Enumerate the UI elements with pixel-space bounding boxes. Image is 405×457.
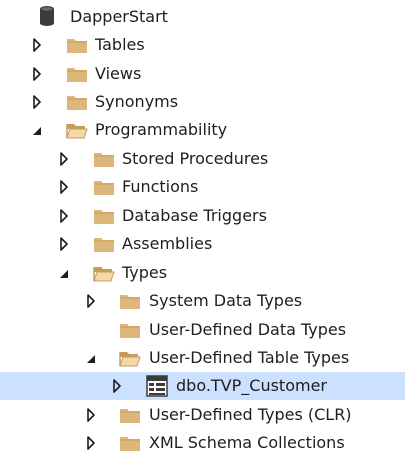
expand-arrow-icon[interactable] [112, 372, 126, 400]
tree-node-label: DapperStart [70, 7, 168, 26]
folder-icon [119, 434, 141, 452]
folder-open-icon [66, 121, 88, 139]
tree-node-views[interactable]: Views [0, 60, 405, 88]
tree-node-database-triggers[interactable]: Database Triggers [0, 202, 405, 230]
tree-node-tvp-customer[interactable]: dbo.TVP_Customer [0, 372, 405, 400]
database-icon [38, 6, 60, 26]
tree-node-stored-procedures[interactable]: Stored Procedures [0, 145, 405, 173]
expand-arrow-icon[interactable] [32, 31, 46, 59]
tree-node-label: Stored Procedures [122, 149, 269, 168]
tree-node-label: User-Defined Types (CLR) [149, 405, 352, 424]
folder-icon [93, 178, 115, 196]
tree-node-types[interactable]: Types [0, 259, 405, 287]
expand-arrow-icon[interactable] [86, 429, 100, 457]
folder-icon [93, 235, 115, 253]
tree-node-tables[interactable]: Tables [0, 31, 405, 59]
folder-icon [66, 93, 88, 111]
tree-node-user-defined-data-types[interactable]: User-Defined Data Types [0, 316, 405, 344]
tree-node-label: User-Defined Table Types [149, 348, 350, 367]
collapse-arrow-icon[interactable] [32, 116, 46, 144]
tree-node-dapperstart[interactable]: DapperStart [0, 3, 405, 31]
folder-icon [66, 65, 88, 83]
tree-node-system-data-types[interactable]: System Data Types [0, 287, 405, 315]
expand-arrow-icon[interactable] [59, 145, 73, 173]
expand-arrow-icon[interactable] [32, 60, 46, 88]
expand-arrow-icon[interactable] [59, 230, 73, 258]
folder-open-icon [93, 264, 115, 282]
expand-arrow-icon[interactable] [86, 401, 100, 429]
tree-node-assemblies[interactable]: Assemblies [0, 230, 405, 258]
tree-node-label: Views [95, 64, 142, 83]
folder-open-icon [119, 349, 141, 367]
table-type-icon [146, 375, 168, 397]
folder-icon [119, 292, 141, 310]
tree-node-label: Database Triggers [122, 206, 267, 225]
tree-node-xml-schema-collections[interactable]: XML Schema Collections [0, 429, 405, 457]
folder-icon [66, 36, 88, 54]
tree-node-label: Programmability [95, 120, 228, 139]
folder-icon [93, 207, 115, 225]
tree-node-label: Synonyms [95, 92, 179, 111]
tree-node-user-defined-types-clr[interactable]: User-Defined Types (CLR) [0, 401, 405, 429]
tree-node-label: Assemblies [122, 234, 213, 253]
expand-arrow-icon[interactable] [59, 173, 73, 201]
tree-node-label: dbo.TVP_Customer [176, 376, 327, 395]
tree-node-functions[interactable]: Functions [0, 173, 405, 201]
expand-arrow-icon[interactable] [86, 287, 100, 315]
tree-node-label: System Data Types [149, 291, 303, 310]
collapse-arrow-icon[interactable] [59, 259, 73, 287]
tree-node-label: User-Defined Data Types [149, 320, 347, 339]
folder-icon [93, 150, 115, 168]
folder-icon [119, 321, 141, 339]
folder-icon [119, 406, 141, 424]
tree-node-label: Tables [95, 35, 145, 54]
expand-arrow-icon[interactable] [32, 88, 46, 116]
tree-node-synonyms[interactable]: Synonyms [0, 88, 405, 116]
expand-arrow-icon[interactable] [59, 202, 73, 230]
collapse-arrow-icon[interactable] [86, 344, 100, 372]
tree-node-programmability[interactable]: Programmability [0, 116, 405, 144]
tree-node-user-defined-table-types[interactable]: User-Defined Table Types [0, 344, 405, 372]
tree-node-label: Functions [122, 177, 199, 196]
tree-node-label: Types [122, 263, 168, 282]
tree-node-label: XML Schema Collections [149, 433, 345, 452]
